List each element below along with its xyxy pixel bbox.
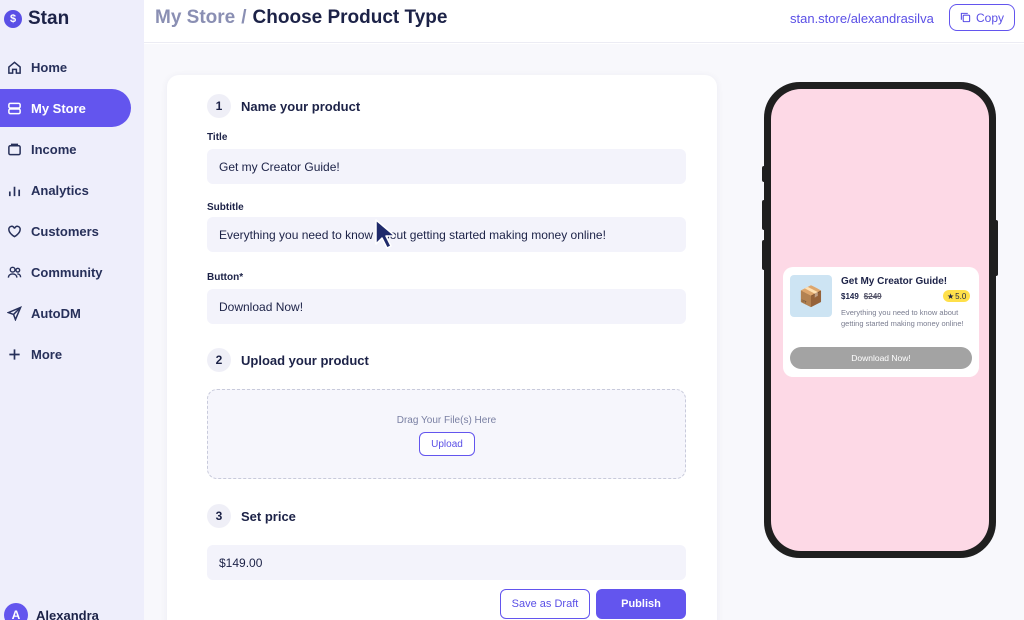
sidebar-item-income[interactable]: Income xyxy=(0,130,131,168)
step-number: 3 xyxy=(207,504,231,528)
sidebar-item-customers[interactable]: Customers xyxy=(0,212,131,250)
sidebar-item-label: AutoDM xyxy=(31,305,81,321)
store-url-link[interactable]: stan.store/alexandrasilva xyxy=(790,11,934,26)
phone-screen: 📦 Get My Creator Guide! $149 $249 ★ 5.0 … xyxy=(771,89,989,551)
copy-label: Copy xyxy=(975,10,1004,25)
bar-chart-icon xyxy=(6,182,22,198)
brand-logo[interactable]: $ Stan xyxy=(4,8,69,30)
publish-button[interactable]: Publish xyxy=(596,589,686,619)
star-icon: ★ xyxy=(947,291,955,301)
sidebar-item-label: Customers xyxy=(31,223,99,239)
avatar: A xyxy=(4,603,28,620)
price-input[interactable]: $149.00 xyxy=(207,545,686,580)
button-text-input[interactable]: Download Now! xyxy=(207,289,686,324)
step-title: Name your product xyxy=(241,98,361,114)
send-icon xyxy=(6,305,22,321)
upload-button[interactable]: Upload xyxy=(419,432,475,456)
button-text-label: Button* xyxy=(207,272,244,283)
rating-value: 5.0 xyxy=(955,291,967,301)
step-number: 2 xyxy=(207,348,231,372)
wallet-icon xyxy=(6,141,22,157)
preview-current-price: $149 xyxy=(841,292,859,301)
copy-button[interactable]: Copy xyxy=(949,4,1015,31)
users-icon xyxy=(6,264,22,280)
breadcrumb-separator: / xyxy=(241,7,247,28)
brand-name: Stan xyxy=(28,8,70,29)
preview-old-price: $249 xyxy=(863,292,882,301)
product-box-icon: 📦 xyxy=(790,275,832,317)
sidebar: $ Stan Home My Store Income Analytics Cu… xyxy=(0,0,144,620)
page-title: Choose Product Type xyxy=(252,7,448,28)
sidebar-item-community[interactable]: Community xyxy=(0,253,131,291)
step-title: Upload your product xyxy=(241,352,369,368)
subtitle-input[interactable]: Everything you need to know about gettin… xyxy=(207,217,686,252)
phone-preview: 📦 Get My Creator Guide! $149 $249 ★ 5.0 … xyxy=(764,82,996,558)
preview-title: Get My Creator Guide! xyxy=(841,276,948,287)
user-profile[interactable]: A Alexandra xyxy=(4,603,99,620)
title-input[interactable]: Get my Creator Guide! xyxy=(207,149,686,184)
sidebar-item-label: Analytics xyxy=(31,182,89,198)
step-title: Set price xyxy=(241,508,296,524)
file-dropzone[interactable]: Drag Your File(s) Here Upload xyxy=(207,389,686,479)
sidebar-item-label: Home xyxy=(31,59,68,75)
sidebar-nav: Home My Store Income Analytics Customers xyxy=(0,48,144,376)
copy-icon xyxy=(960,12,971,23)
main-content: 1 Name your product Title Get my Creator… xyxy=(144,44,1024,620)
sidebar-item-label: Community xyxy=(31,264,103,280)
heart-icon xyxy=(6,223,22,239)
rating-badge: ★ 5.0 xyxy=(943,290,971,302)
title-label: Title xyxy=(207,132,228,143)
sidebar-item-more[interactable]: More xyxy=(0,335,131,373)
store-icon xyxy=(6,100,22,116)
stan-logo-icon: $ xyxy=(4,10,22,28)
product-form-card: 1 Name your product Title Get my Creator… xyxy=(167,75,717,620)
product-preview-card[interactable]: 📦 Get My Creator Guide! $149 $249 ★ 5.0 … xyxy=(783,267,979,377)
user-name: Alexandra xyxy=(36,607,99,620)
plus-icon xyxy=(6,346,22,362)
sidebar-item-my-store[interactable]: My Store xyxy=(0,89,131,127)
breadcrumb: My Store / Choose Product Type xyxy=(155,7,447,29)
sidebar-item-label: Income xyxy=(31,141,77,157)
save-as-draft-button[interactable]: Save as Draft xyxy=(500,589,590,619)
sidebar-item-analytics[interactable]: Analytics xyxy=(0,171,131,209)
sidebar-item-label: My Store xyxy=(31,100,86,116)
step-name-product: 1 Name your product xyxy=(207,94,360,118)
sidebar-item-home[interactable]: Home xyxy=(0,48,131,86)
step-set-price: 3 Set price xyxy=(207,504,296,528)
home-icon xyxy=(6,59,22,75)
preview-price: $149 $249 xyxy=(841,292,882,301)
preview-download-button[interactable]: Download Now! xyxy=(790,347,972,369)
breadcrumb-my-store[interactable]: My Store xyxy=(155,7,235,29)
subtitle-label: Subtitle xyxy=(207,202,244,213)
sidebar-item-autodm[interactable]: AutoDM xyxy=(0,294,131,332)
step-upload-product: 2 Upload your product xyxy=(207,348,369,372)
mouse-cursor-icon xyxy=(375,219,396,249)
step-number: 1 xyxy=(207,94,231,118)
dropzone-text: Drag Your File(s) Here xyxy=(396,415,497,426)
sidebar-item-label: More xyxy=(31,346,63,362)
top-header: My Store / Choose Product Type stan.stor… xyxy=(144,0,1024,43)
preview-description: Everything you need to know about gettin… xyxy=(841,308,964,328)
